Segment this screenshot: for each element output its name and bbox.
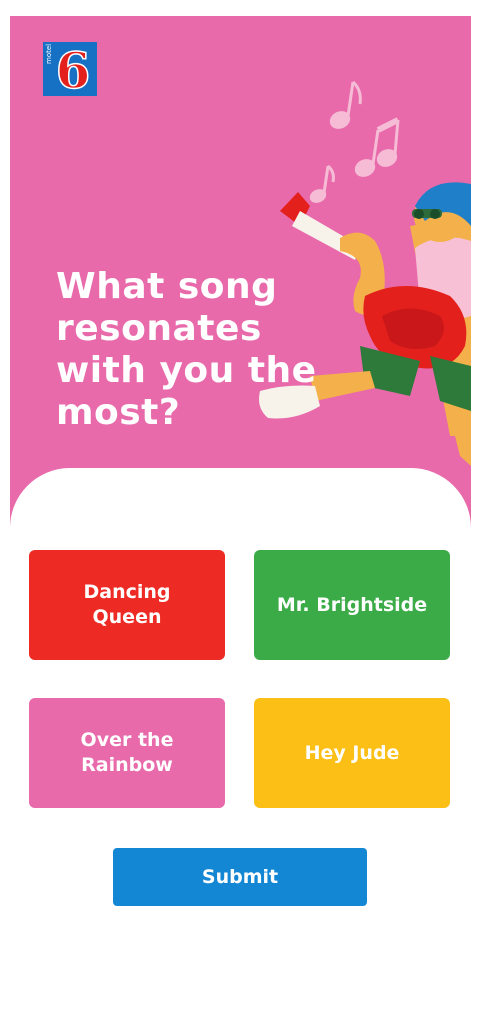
question-heading: What song resonates with you the most?	[56, 266, 317, 433]
submit-button[interactable]: Submit	[113, 848, 367, 906]
option-mr-brightside-button[interactable]: Mr. Brightside	[254, 550, 450, 660]
option-hey-jude-button[interactable]: Hey Jude	[254, 698, 450, 808]
option-dancing-queen-button[interactable]: Dancing Queen	[29, 550, 225, 660]
svg-text:motel: motel	[45, 44, 53, 64]
option-over-the-rainbow-button[interactable]: Over the Rainbow	[29, 698, 225, 808]
quiz-page: 6 motel What song resonates with you the…	[10, 16, 471, 1014]
motel-6-logo: 6 motel	[43, 42, 97, 96]
svg-text:6: 6	[56, 42, 91, 96]
